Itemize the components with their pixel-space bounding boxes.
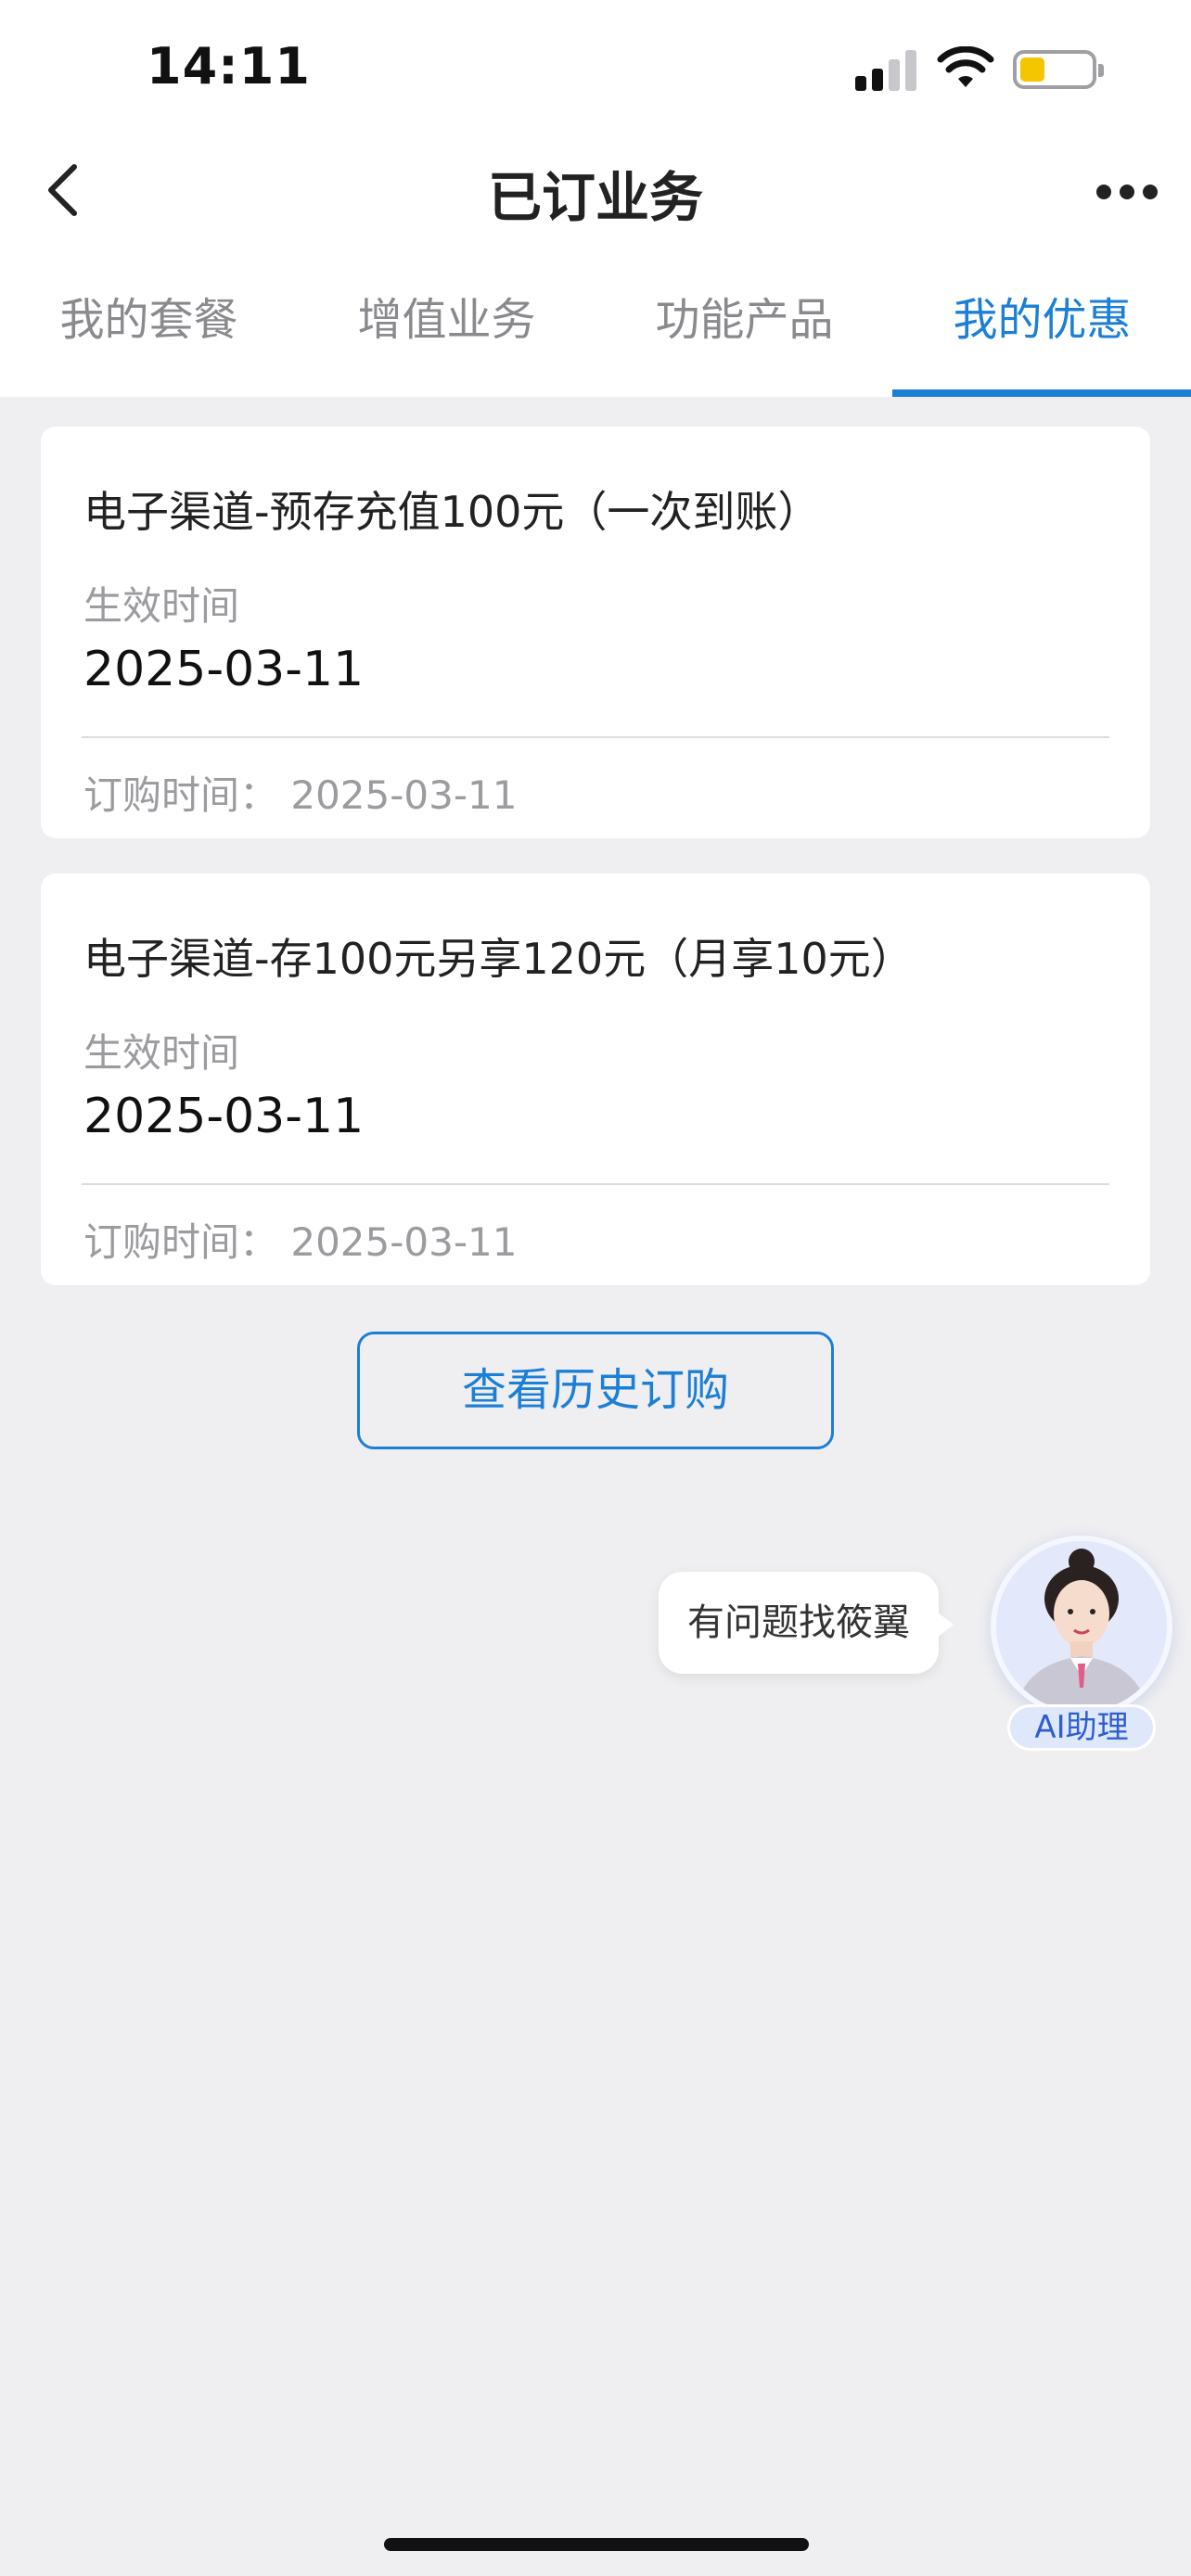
- divider: [82, 1183, 1109, 1185]
- active-tab-indicator: [892, 389, 1191, 397]
- offer-title: 电子渠道-存100元另享120元（月享10元）: [83, 934, 914, 984]
- view-history-button[interactable]: 查看历史订购: [357, 1332, 834, 1449]
- assistant-bubble[interactable]: 有问题找筱翼: [659, 1572, 939, 1674]
- tab-my-offers[interactable]: 我的优惠: [893, 278, 1191, 362]
- header-area: 14:11 已订业务 我的套餐 增值业务 功能产品 我的优惠: [0, 0, 1191, 397]
- effective-label: 生效时间: [83, 583, 240, 629]
- tab-bar: 我的套餐 增值业务 功能产品 我的优惠: [0, 278, 1191, 397]
- bubble-tail: [937, 1612, 954, 1638]
- order-time: 订购时间： 2025-03-11: [83, 1219, 518, 1265]
- page: 14:11 已订业务 我的套餐 增值业务 功能产品 我的优惠 电子渠道-预存充值…: [0, 0, 1191, 2576]
- effective-date: 2025-03-11: [83, 642, 365, 697]
- battery-icon: [1013, 50, 1104, 89]
- tab-my-plan[interactable]: 我的套餐: [0, 278, 298, 362]
- assistant-portrait-icon: [996, 1541, 1167, 1712]
- ai-assistant-badge[interactable]: AI助理: [1007, 1704, 1156, 1751]
- avatar: [991, 1536, 1172, 1717]
- tab-value-added[interactable]: 增值业务: [298, 278, 596, 362]
- effective-date: 2025-03-11: [83, 1089, 365, 1144]
- offer-card: 电子渠道-存100元另享120元（月享10元） 生效时间 2025-03-11 …: [41, 874, 1150, 1285]
- divider: [82, 736, 1109, 738]
- effective-label: 生效时间: [83, 1030, 240, 1076]
- more-button[interactable]: [1095, 182, 1159, 202]
- status-time: 14:11: [147, 37, 311, 96]
- offer-title: 电子渠道-预存充值100元（一次到账）: [83, 487, 821, 537]
- wifi-icon: [937, 46, 994, 87]
- cellular-signal-icon: [855, 48, 920, 91]
- home-indicator[interactable]: [384, 2538, 809, 2551]
- offer-card: 电子渠道-预存充值100元（一次到账） 生效时间 2025-03-11 订购时间…: [41, 427, 1150, 838]
- order-time: 订购时间： 2025-03-11: [83, 772, 518, 818]
- page-title: 已订业务: [487, 166, 703, 229]
- ai-assistant-avatar[interactable]: [991, 1536, 1172, 1717]
- tab-function-products[interactable]: 功能产品: [596, 278, 893, 362]
